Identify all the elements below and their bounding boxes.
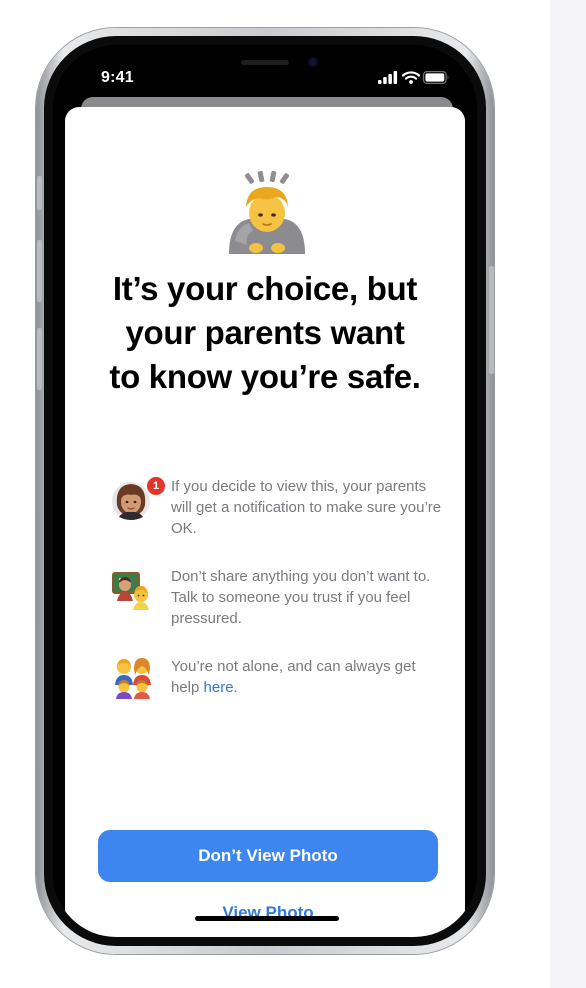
status-icons bbox=[378, 70, 450, 84]
volume-up-button bbox=[37, 240, 42, 302]
teacher-and-child-icon bbox=[112, 572, 149, 610]
sheet-title-line: your parents want bbox=[125, 314, 405, 351]
notification-badge: 1 bbox=[145, 475, 167, 497]
earpiece-speaker bbox=[241, 60, 289, 65]
sheet-title-line: to know you’re safe. bbox=[109, 358, 421, 395]
battery-icon bbox=[423, 71, 449, 84]
info-bullet-help: You’re not alone, and can always get hel… bbox=[65, 655, 465, 721]
phone-screen: 9:41 It’s your choice, but your parents … bbox=[53, 45, 477, 937]
ringer-switch bbox=[37, 176, 42, 210]
bullet-text: If you decide to view this, your parents… bbox=[171, 478, 442, 537]
view-photo-button[interactable]: View Photo bbox=[168, 899, 368, 927]
person-bowing-icon bbox=[229, 171, 305, 254]
cellular-signal-icon bbox=[378, 71, 398, 84]
info-bullet-notification: 1 If you decide to view this, your paren… bbox=[65, 475, 465, 541]
sheet-title: It’s your choice, but your parents want … bbox=[65, 267, 465, 399]
wifi-icon bbox=[402, 71, 420, 84]
bullet-text: Don’t share anything you don’t want to. … bbox=[171, 568, 431, 627]
dont-view-photo-button[interactable]: Don’t View Photo bbox=[98, 830, 438, 882]
status-time: 9:41 bbox=[101, 69, 134, 86]
help-link[interactable]: here. bbox=[204, 679, 238, 696]
front-camera bbox=[308, 57, 318, 67]
warning-sheet: It’s your choice, but your parents want … bbox=[65, 107, 465, 937]
bullet-text: You’re not alone, and can always get hel… bbox=[171, 656, 445, 698]
page-background-edge bbox=[550, 0, 586, 988]
family-icon bbox=[115, 658, 151, 699]
volume-down-button bbox=[37, 328, 42, 390]
sheet-title-line: It’s your choice, but bbox=[112, 270, 418, 307]
notification-badge-count: 1 bbox=[152, 480, 160, 492]
side-power-button bbox=[489, 266, 494, 374]
info-bullet-share: Don’t share anything you don’t want to. … bbox=[65, 565, 465, 631]
home-indicator[interactable] bbox=[195, 916, 339, 921]
